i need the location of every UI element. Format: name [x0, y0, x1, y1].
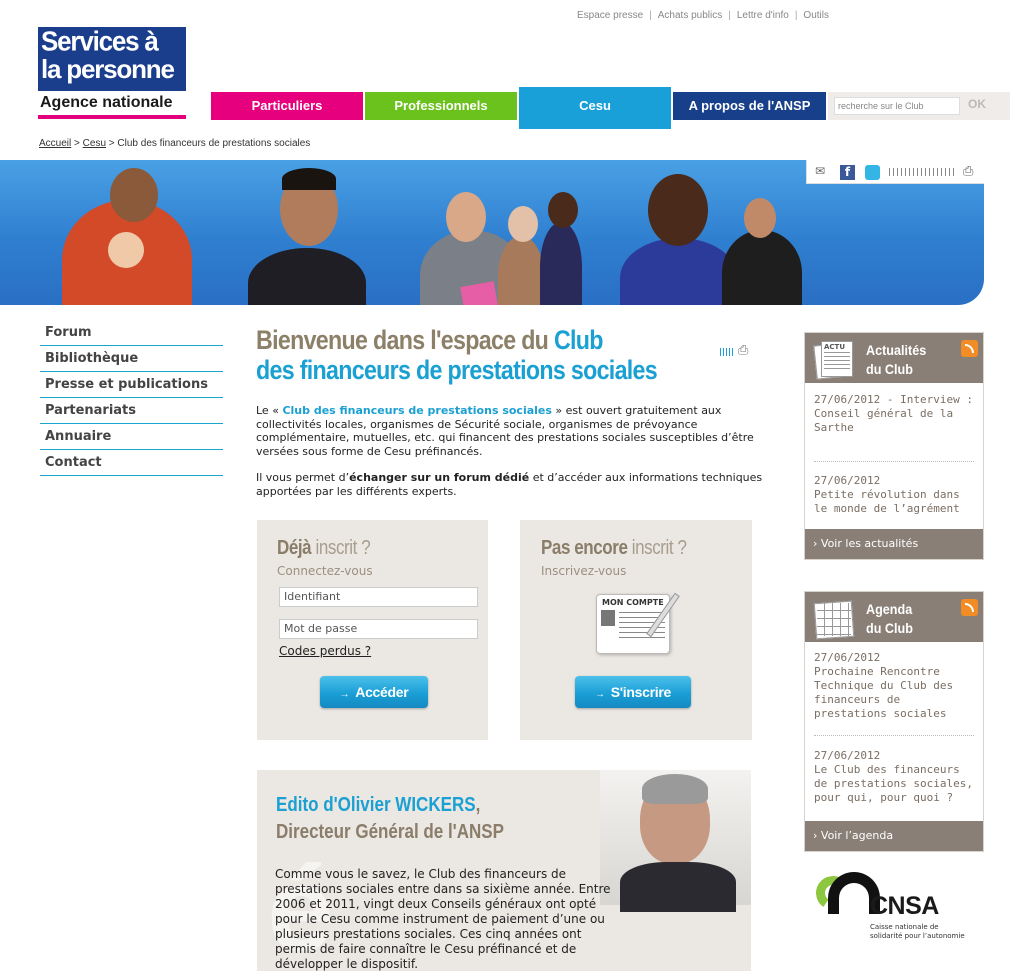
director-photo: [600, 770, 751, 912]
site-logo[interactable]: Services à la personne Agence nationale: [38, 25, 186, 119]
top-links: Espace presse | Achats publics | Lettre d'in…: [577, 10, 829, 21]
breadcrumb-current: Club des financeurs de prestations socia…: [117, 138, 311, 149]
news-item[interactable]: 27/06/2012 - Interview : Conseil général…: [814, 393, 974, 435]
top-link-presse[interactable]: Espace presse: [577, 10, 643, 21]
menu-item-annuaire[interactable]: Annuaire: [40, 424, 223, 450]
login-subtitle: Connectez-vous: [277, 564, 373, 578]
font-size-icon[interactable]: [720, 348, 734, 356]
agenda-item[interactable]: 27/06/2012 Le Club des financeurs de pres…: [814, 749, 974, 805]
agenda-box: Agenda du Club 27/06/2012 Prochaine Rencon…: [804, 591, 984, 852]
register-subtitle: Inscrivez-vous: [541, 564, 627, 578]
news-item[interactable]: 27/06/2012 Petite révolution dans le mond…: [814, 474, 974, 516]
agenda-item[interactable]: 27/06/2012 Prochaine Rencontre Technique …: [814, 651, 974, 721]
top-link-achats[interactable]: Achats publics: [658, 10, 722, 21]
facebook-icon[interactable]: f: [840, 165, 855, 180]
menu-item-forum[interactable]: Forum: [40, 320, 223, 346]
print-icon[interactable]: ⎙: [738, 343, 748, 358]
news-header: ACTU Actualités du Club: [805, 333, 983, 383]
news-icon: ACTU: [811, 338, 855, 380]
nav-professionnels[interactable]: Professionnels: [365, 92, 517, 120]
register-panel: Pas encore inscrit ? Inscrivez-vous MON …: [520, 520, 752, 740]
search-ok-button[interactable]: OK: [968, 97, 986, 111]
access-button[interactable]: → Accéder: [320, 676, 428, 708]
see-agenda-link[interactable]: › Voir l’agenda: [805, 821, 983, 851]
edito-section: é Edito d'Olivier WICKERS, Directeur Géné…: [257, 770, 751, 971]
twitter-icon[interactable]: [865, 165, 880, 180]
menu-item-bibliotheque[interactable]: Bibliothèque: [40, 346, 223, 372]
menu-item-contact[interactable]: Contact: [40, 450, 223, 476]
forgot-codes-link[interactable]: Codes perdus ?: [279, 644, 371, 658]
arrow-icon: →: [339, 689, 350, 700]
rss-icon[interactable]: [961, 340, 978, 357]
logo-agency: Agence nationale: [38, 91, 186, 115]
password-field[interactable]: Mot de passe: [279, 619, 478, 639]
edito-text: Comme vous le savez, le Club des finance…: [275, 867, 611, 971]
logo-line2: la personne: [41, 54, 175, 84]
rss-icon[interactable]: [961, 599, 978, 616]
news-box: ACTU Actualités du Club 27/06/2012 - Inte…: [804, 332, 984, 560]
email-icon[interactable]: ✉: [815, 164, 825, 178]
left-menu: Forum Bibliothèque Presse et publication…: [40, 320, 223, 476]
search-bar: recherche sur le Club OK: [828, 92, 1010, 120]
top-link-lettre[interactable]: Lettre d'info: [737, 10, 789, 21]
nav-apropos[interactable]: A propos de l'ANSP: [673, 92, 826, 120]
username-field[interactable]: Identifiant: [279, 587, 478, 607]
cnsa-logo[interactable]: CNSA Caisse nationale de solidarité pour …: [812, 870, 982, 950]
login-panel: Déjà inscrit ? Connectez-vous Identifian…: [257, 520, 488, 740]
menu-item-presse[interactable]: Presse et publications: [40, 372, 223, 398]
print-icon[interactable]: ⎙: [963, 164, 973, 179]
breadcrumb: Accueil > Cesu > Club des financeurs de …: [39, 138, 311, 149]
login-title: Déjà inscrit ?: [277, 537, 371, 559]
menu-item-partenariats[interactable]: Partenariats: [40, 398, 223, 424]
nav-cesu[interactable]: Cesu: [519, 87, 671, 129]
calendar-icon: [811, 597, 855, 640]
banner-person-man: [248, 248, 366, 305]
breadcrumb-home[interactable]: Accueil: [39, 138, 71, 149]
breadcrumb-cesu[interactable]: Cesu: [83, 138, 106, 149]
see-news-link[interactable]: › Voir les actualités: [805, 529, 983, 559]
register-title: Pas encore inscrit ?: [541, 537, 687, 559]
logo-bar: [38, 115, 186, 119]
page-title: Bienvenue dans l'espace du Club des fina…: [256, 325, 658, 385]
search-input[interactable]: recherche sur le Club: [834, 97, 960, 115]
register-button[interactable]: → S'inscrire: [575, 676, 691, 708]
top-link-outils[interactable]: Outils: [803, 10, 829, 21]
logo-line1: Services à: [41, 25, 159, 57]
club-link[interactable]: Club des financeurs de prestations socia…: [282, 404, 551, 417]
agenda-header: Agenda du Club: [805, 592, 983, 642]
font-size-icon[interactable]: [889, 168, 957, 176]
arrow-icon: →: [595, 689, 605, 700]
intro-text: Le « Club des financeurs de prestations …: [256, 404, 763, 498]
nav-particuliers[interactable]: Particuliers: [211, 92, 363, 120]
edito-title: Edito d'Olivier WICKERS, Directeur Généra…: [276, 794, 504, 843]
share-toolbar: ✉ f ⎙: [806, 160, 984, 184]
